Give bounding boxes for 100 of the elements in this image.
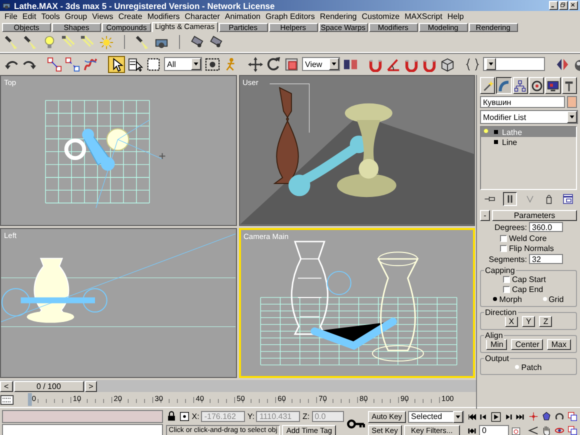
menu-item[interactable]: Modifiers — [144, 12, 182, 21]
spotlight-icon[interactable] — [135, 34, 150, 50]
dropdown[interactable]: Selected — [408, 410, 464, 422]
option-button[interactable]: Center — [511, 339, 544, 350]
menu-item[interactable]: MAXScript — [402, 12, 445, 21]
caret-icon[interactable] — [455, 414, 461, 420]
unlink-icon[interactable] — [65, 56, 80, 72]
caret-icon[interactable] — [331, 61, 337, 67]
menu-item[interactable]: Customize — [359, 12, 402, 21]
radio-label: Morph — [499, 294, 522, 304]
checkbox[interactable] — [503, 286, 510, 292]
cube-icon[interactable] — [440, 56, 455, 72]
script-input-field[interactable] — [2, 424, 163, 435]
menu-item[interactable]: Animation — [222, 12, 263, 21]
color-swatch[interactable] — [567, 96, 577, 108]
panel-tab[interactable] — [496, 77, 512, 94]
menu-item[interactable]: Graph Editors — [262, 12, 318, 21]
menu-item[interactable]: Group — [62, 12, 90, 21]
stack-item[interactable]: Lathe — [481, 127, 576, 137]
modifier-stack[interactable]: Lathe Line — [480, 126, 577, 190]
radio-button[interactable] — [542, 297, 547, 301]
menu-item[interactable]: Rendering — [317, 12, 360, 21]
spotlight-icon[interactable] — [23, 34, 38, 50]
directional-light-icon[interactable] — [61, 34, 76, 50]
selection-toggle-icon[interactable] — [178, 411, 190, 422]
named-selection-dropdown[interactable] — [483, 57, 545, 71]
list-cursor-icon[interactable] — [128, 56, 143, 72]
lock-icon[interactable] — [166, 411, 177, 422]
maximize-icon[interactable] — [567, 411, 578, 422]
rotate-icon[interactable] — [266, 56, 281, 72]
square-icon — [492, 128, 500, 136]
checkbox[interactable] — [503, 276, 510, 282]
option-button[interactable]: Z — [539, 316, 552, 327]
checkbox-label: Flip Normals — [509, 244, 554, 252]
spotlight-icon[interactable] — [4, 34, 19, 50]
key-mode-icon[interactable] — [467, 426, 477, 435]
clock-icon[interactable] — [511, 426, 521, 435]
orbit-icon[interactable] — [554, 411, 565, 422]
menu-item[interactable]: Create — [116, 12, 145, 21]
radio-button[interactable] — [515, 365, 520, 369]
squiggle-icon[interactable] — [83, 56, 98, 72]
dropdown[interactable]: Modifier List — [480, 110, 578, 124]
restore-icon[interactable] — [559, 1, 568, 10]
angle-snap-icon[interactable] — [386, 56, 401, 72]
option-button[interactable]: Min — [486, 339, 508, 350]
frame-field[interactable]: 0 — [479, 425, 509, 435]
link-icon[interactable] — [47, 56, 62, 72]
camera-icon — [2, 1, 11, 10]
checkbox[interactable] — [500, 234, 507, 242]
previous-frame-icon[interactable] — [479, 412, 489, 422]
dropdown[interactable]: View — [302, 57, 340, 71]
group-title: Direction — [484, 308, 518, 317]
close-icon[interactable] — [569, 1, 578, 10]
option-button[interactable]: X — [504, 316, 518, 327]
play-icon[interactable] — [491, 412, 501, 422]
script-listener-field[interactable] — [2, 410, 163, 423]
move-arrows-icon[interactable] — [248, 56, 263, 72]
caret-icon[interactable] — [569, 114, 575, 120]
go-start-icon[interactable] — [467, 412, 477, 422]
menu-item[interactable]: File — [2, 12, 20, 21]
number-field[interactable]: 360.0 — [529, 222, 563, 232]
collapse-button[interactable]: - — [480, 210, 490, 221]
film-camera-icon[interactable] — [209, 34, 224, 50]
menu-item[interactable]: Help — [444, 12, 466, 21]
checkbox[interactable] — [500, 244, 507, 252]
menu-item[interactable]: Views — [90, 12, 116, 21]
configure-icon[interactable] — [562, 193, 574, 205]
film-camera-icon[interactable] — [190, 34, 205, 50]
track-bar-icon[interactable] — [0, 392, 14, 406]
scroll-right-button[interactable]: > — [84, 380, 98, 392]
next-frame-icon[interactable] — [503, 412, 513, 422]
pan-hand-icon[interactable] — [541, 425, 552, 435]
maximize-icon[interactable] — [567, 425, 578, 435]
minimize-icon[interactable] — [549, 1, 558, 10]
orbit-sphere-icon[interactable] — [554, 425, 565, 435]
option-button[interactable]: Max — [547, 339, 571, 350]
option-button[interactable]: Y — [522, 316, 536, 327]
menu-item[interactable]: Character — [182, 12, 222, 21]
rollout-header[interactable]: Parameters — [492, 210, 577, 221]
directional-light-icon[interactable] — [80, 34, 95, 50]
menu-item[interactable]: Edit — [20, 12, 39, 21]
caret-icon[interactable] — [193, 61, 199, 67]
menu-item[interactable]: Tools — [38, 12, 62, 21]
checkbox-label: Weld Core — [509, 234, 547, 242]
dropdown[interactable]: All — [164, 57, 202, 71]
spinner-label: Segments: — [488, 254, 527, 264]
braces-icon[interactable] — [465, 56, 480, 72]
time-slider[interactable]: 0 / 100 — [14, 380, 84, 392]
scroll-left-button[interactable]: < — [0, 380, 13, 392]
object-name-field[interactable]: Кувшин — [480, 96, 565, 108]
go-end-icon[interactable] — [515, 412, 525, 422]
zoom-icon[interactable] — [528, 411, 539, 422]
stack-item[interactable]: Line — [481, 137, 576, 147]
mirror-icon[interactable] — [555, 56, 570, 72]
scale-square-icon[interactable] — [284, 56, 299, 72]
radio-button[interactable] — [493, 297, 498, 301]
number-field[interactable]: 32 — [529, 254, 563, 264]
caret-icon[interactable] — [488, 61, 494, 67]
dashed-rectangle-icon[interactable] — [146, 56, 161, 72]
zoom-all-icon[interactable] — [541, 411, 552, 422]
